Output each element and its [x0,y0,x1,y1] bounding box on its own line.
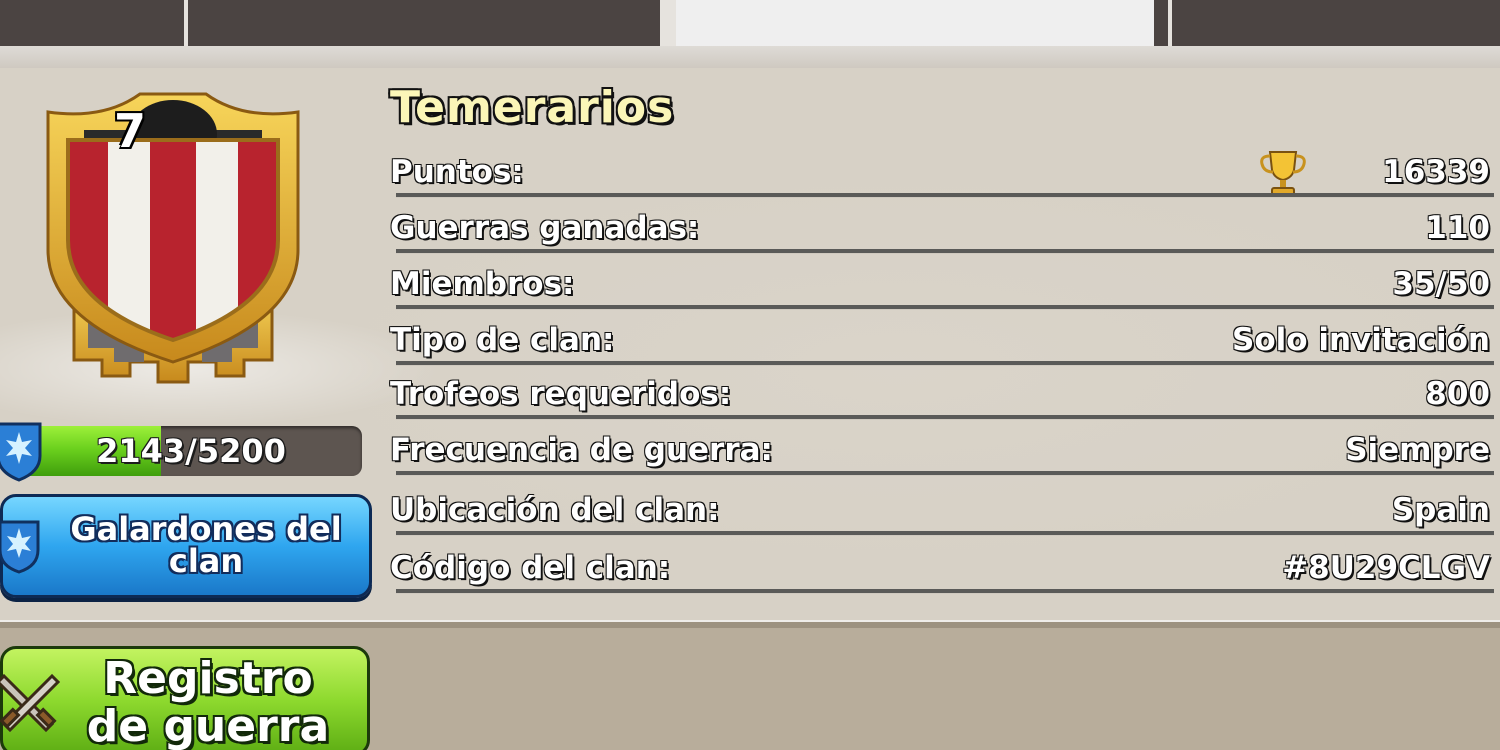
stat-label: Puntos: [390,154,524,190]
row-divider [396,471,1494,476]
tab-1[interactable] [0,0,184,46]
stat-value: 35/50 [1392,266,1490,302]
clan-info-screen: 7 2143/5200 Galardones del clan Registro… [0,0,1500,750]
war-log-label-line2: de guerra [86,701,330,750]
row-divider [396,193,1494,198]
stat-value: 110 [1425,210,1490,246]
stat-label: Código del clan: [390,550,671,586]
stat-row-members: Miembros: 35/50 [390,262,1494,310]
tab-divider [1154,0,1168,46]
stat-value: Solo invitación [1232,322,1490,358]
trophy-icon [1260,151,1306,197]
stat-row-points: Puntos: 16339 [390,150,1494,198]
stat-value: Siempre [1345,432,1490,468]
stat-row-location: Ubicación del clan: Spain [390,488,1494,536]
clan-xp-text: 2143/5200 [96,432,286,470]
row-divider [396,531,1494,536]
war-log-label-line1: Registro [103,653,313,704]
row-divider [396,415,1494,420]
awards-star-icon [0,520,40,574]
tab-bar-shadow [0,46,1500,68]
clan-name: Temerarios [390,82,675,133]
stat-value: Spain [1391,492,1490,528]
clan-level: 7 [113,104,146,158]
stat-value: #8U29CLGV [1282,550,1490,586]
tab-active[interactable] [676,0,1154,46]
xp-star-icon [0,422,42,482]
stat-row-required-trophies: Trofeos requeridos: 800 [390,372,1494,420]
panel-divider [0,622,1500,628]
stat-label: Guerras ganadas: [390,210,700,246]
tab-bar [0,0,1500,46]
stat-value: 800 [1425,376,1490,412]
stat-row-war-frequency: Frecuencia de guerra: Siempre [390,428,1494,476]
clan-awards-button[interactable]: Galardones del clan [0,494,372,598]
tab-2[interactable] [188,0,660,46]
war-log-label: Registro de guerra [43,655,373,750]
row-divider [396,361,1494,366]
stat-label: Ubicación del clan: [390,492,720,528]
stat-label: Miembros: [390,266,575,302]
stat-row-clan-tag: Código del clan: #8U29CLGV [390,546,1494,594]
crossed-swords-icon [0,673,60,733]
stat-row-wars-won: Guerras ganadas: 110 [390,206,1494,254]
row-divider [396,249,1494,254]
clan-awards-label: Galardones del clan [70,510,342,580]
stat-label: Frecuencia de guerra: [390,432,773,468]
tab-4[interactable] [1172,0,1500,46]
row-divider [396,589,1494,594]
stat-label: Tipo de clan: [390,322,615,358]
row-divider [396,305,1494,310]
stat-label: Trofeos requeridos: [390,376,732,412]
stat-value: 16339 [1382,154,1490,190]
stat-row-clan-type: Tipo de clan: Solo invitación [390,318,1494,366]
